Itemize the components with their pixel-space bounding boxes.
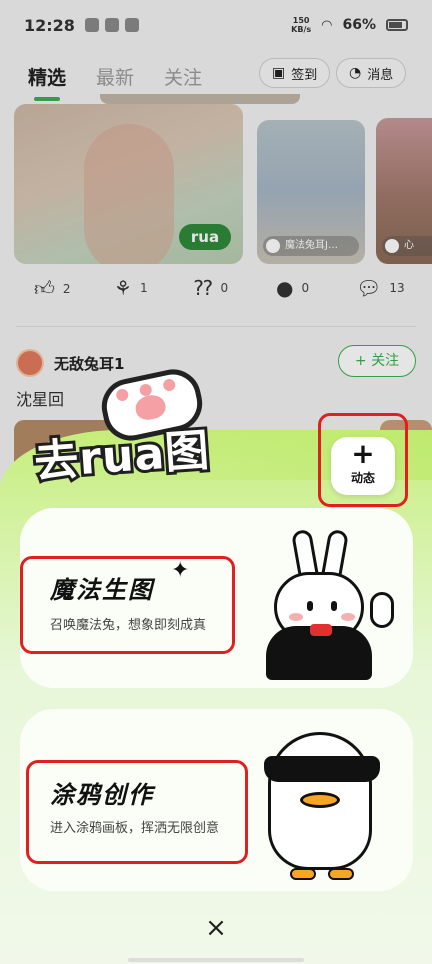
highlight-box (26, 760, 248, 864)
brand-title: 去rua图 (30, 422, 215, 491)
home-indicator[interactable] (128, 958, 304, 962)
highlight-box (318, 413, 408, 507)
highlight-box (20, 556, 235, 654)
duck-illustration (250, 722, 400, 882)
close-icon[interactable]: × (202, 914, 230, 942)
bunny-illustration (262, 528, 402, 680)
